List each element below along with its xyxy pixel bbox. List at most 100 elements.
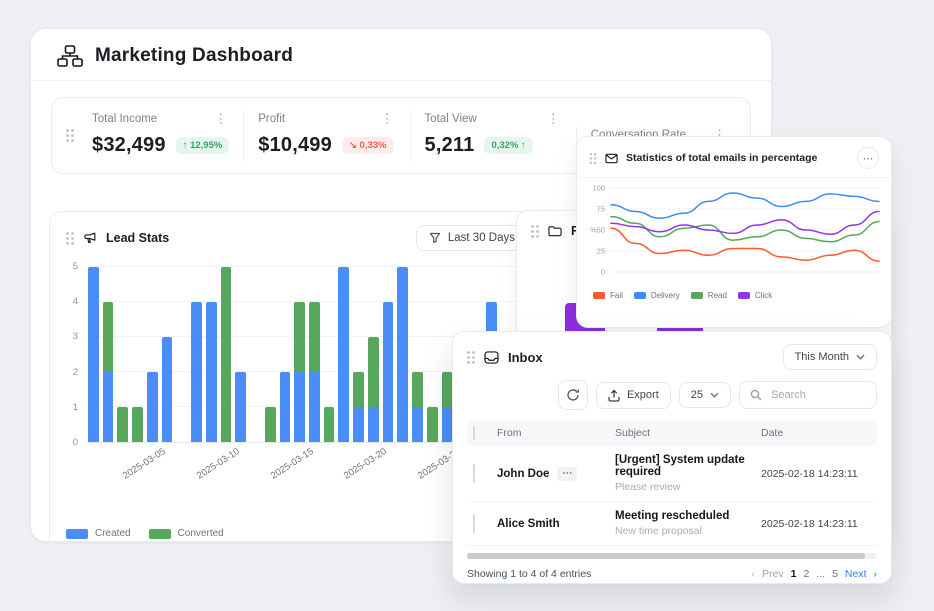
email-stats-card: Statistics of total emails in percentage…: [576, 136, 892, 328]
y-tick-label: 2: [73, 367, 78, 378]
bar: [294, 267, 305, 442]
bar: [280, 267, 291, 442]
legend-label: Delivery: [651, 291, 680, 300]
bar: [176, 267, 187, 442]
created-segment: [309, 372, 320, 442]
date-filter-label: Last 30 Days: [448, 232, 515, 244]
row-checkbox[interactable]: [473, 514, 475, 533]
legend-item: Converted: [149, 528, 224, 539]
sender-name: Alice Smith: [497, 518, 560, 530]
next-button[interactable]: Next: [845, 568, 867, 580]
created-segment: [368, 407, 379, 442]
drag-handle[interactable]: [590, 152, 597, 163]
kebab-menu-icon[interactable]: ⋮: [545, 112, 562, 125]
bar: [162, 267, 173, 442]
bar: [353, 267, 364, 442]
created-segment: [412, 407, 423, 442]
page-number[interactable]: 2: [803, 568, 809, 580]
legend-label: Converted: [178, 528, 224, 539]
bar: [427, 267, 438, 442]
prev-button[interactable]: Prev: [762, 568, 784, 580]
from-cell: Alice Smith: [497, 518, 615, 530]
legend-item: Delivery: [634, 291, 680, 300]
email-stats-title: Statistics of total emails in percentage: [626, 152, 849, 164]
converted-segment: [412, 372, 423, 407]
email-legend: FailDeliveryReadClick: [577, 288, 891, 300]
legend-item: Created: [66, 528, 131, 539]
drag-handle[interactable]: [66, 129, 74, 142]
created-segment: [383, 302, 394, 442]
stat-total-view: Total View ⋮ 5,211 0,32% ↑: [410, 110, 576, 161]
next-chevron[interactable]: ›: [874, 568, 878, 580]
bar: [324, 267, 335, 442]
svg-text:0: 0: [601, 268, 605, 277]
refresh-icon: [566, 388, 580, 402]
y-tick-label: 1: [73, 402, 78, 413]
row-menu-button[interactable]: ⋯: [557, 467, 577, 481]
checkbox-cell: [467, 515, 497, 533]
table-row[interactable]: John Doe⋯[Urgent] System update required…: [467, 446, 877, 502]
scrollbar-thumb[interactable]: [467, 553, 865, 559]
drag-handle[interactable]: [66, 232, 74, 245]
refresh-button[interactable]: [558, 380, 588, 410]
page-size-value: 25: [691, 389, 703, 401]
date-filter-button[interactable]: Last 30 Days: [416, 225, 528, 251]
created-segment: [442, 407, 453, 442]
folder-icon: [548, 225, 562, 237]
bar: [88, 267, 99, 442]
converted-segment: [221, 267, 232, 442]
page-title: Marketing Dashboard: [95, 45, 293, 67]
stat-profit: Profit ⋮ $10,499 ↘ 0,33%: [243, 110, 409, 161]
kebab-menu-icon[interactable]: ⋮: [212, 112, 229, 125]
prev-chevron[interactable]: ‹: [752, 568, 756, 580]
from-cell: John Doe⋯: [497, 467, 615, 481]
export-icon: [608, 389, 620, 402]
bar: [103, 267, 114, 442]
y-tick-label: 4: [73, 296, 78, 307]
converted-segment: [265, 407, 276, 442]
svg-text:100: 100: [592, 184, 605, 193]
date-cell: 2025-02-18 14:23:11: [761, 468, 877, 480]
y-tick-label: 5: [73, 261, 78, 272]
select-all-checkbox[interactable]: [473, 426, 475, 440]
page-number[interactable]: 5: [832, 568, 838, 580]
bar: [309, 267, 320, 442]
row-checkbox[interactable]: [473, 464, 475, 483]
search-icon: [750, 389, 762, 401]
kebab-menu-icon[interactable]: ⋮: [379, 112, 396, 125]
export-button[interactable]: Export: [596, 382, 671, 409]
created-segment: [235, 372, 246, 442]
bar: [132, 267, 143, 442]
subject-cell: Meeting rescheduledNew time proposal: [615, 510, 761, 537]
table-row[interactable]: Alice Smith Meeting rescheduledNew time p…: [467, 502, 877, 546]
search-input[interactable]: [769, 388, 866, 402]
lead-stats-title: Lead Stats: [106, 231, 169, 245]
stat-label: Total View: [425, 113, 477, 125]
page-number[interactable]: 1: [791, 568, 797, 580]
page-size-select[interactable]: 25: [679, 382, 731, 408]
converted-segment: [353, 372, 364, 407]
column-from: From: [497, 427, 615, 439]
created-segment: [280, 372, 291, 442]
svg-text:50: 50: [597, 226, 605, 235]
converted-segment: [442, 372, 453, 407]
x-tick-label: 2025-03-15: [269, 446, 316, 482]
more-options-button[interactable]: ⋯: [857, 147, 879, 169]
horizontal-scrollbar: [467, 553, 877, 559]
filter-icon: [429, 232, 441, 244]
stat-value: $10,499: [258, 134, 332, 157]
subject-text: [Urgent] System update required: [615, 454, 761, 478]
converted-segment: [294, 302, 305, 372]
y-tick-label: 0: [73, 437, 78, 448]
drag-handle[interactable]: [467, 351, 475, 364]
stat-total-income: Total Income ⋮ $32,499 ↑ 12,95%: [78, 110, 243, 161]
created-segment: [162, 337, 173, 442]
drag-handle[interactable]: [531, 225, 539, 238]
period-select-button[interactable]: This Month: [783, 344, 877, 370]
svg-text:%: %: [590, 226, 597, 235]
bar: [412, 267, 423, 442]
created-segment: [206, 302, 217, 442]
pagination-pages: 12...5: [791, 568, 838, 580]
x-tick-label: 2025-03-20: [342, 446, 389, 482]
created-segment: [147, 372, 158, 442]
